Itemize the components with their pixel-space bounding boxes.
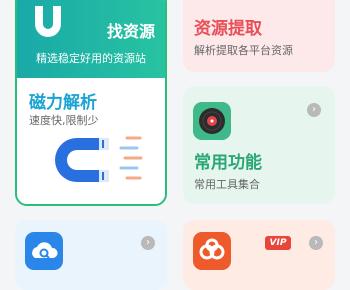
common-tools-subtitle: 常用工具集合 xyxy=(194,178,260,191)
resource-extract-card[interactable]: 资源提取 解析提取各平台资源 xyxy=(183,0,335,72)
magnet-logo-icon xyxy=(35,6,61,37)
cloud-search-icon xyxy=(25,232,63,270)
common-tools-title: 常用功能 xyxy=(194,153,262,173)
find-resources-subtitle: 精选稳定好用的资源站 xyxy=(36,52,146,65)
find-resources-card[interactable]: 找资源 精选稳定好用的资源站 磁力解析 速度快,限制少 xyxy=(15,0,167,206)
find-resources-header: 找资源 精选稳定好用的资源站 xyxy=(17,0,165,78)
arrows-icon xyxy=(119,136,143,180)
chevron-right-icon[interactable]: › xyxy=(141,236,155,250)
common-tools-card[interactable]: › 常用功能 常用工具集合 xyxy=(183,86,335,204)
magnet-parse-subtitle: 速度快,限制少 xyxy=(29,114,99,127)
magnet-parse-title: 磁力解析 xyxy=(29,93,97,113)
resource-extract-subtitle: 解析提取各平台资源 xyxy=(194,44,293,57)
baidu-cloud-icon xyxy=(193,232,231,270)
disc-icon xyxy=(193,102,231,140)
magnet-icon xyxy=(55,136,143,182)
cloud-search-card[interactable]: › xyxy=(15,220,167,290)
vip-badge: VIP xyxy=(265,236,291,250)
find-resources-title: 找资源 xyxy=(106,22,155,41)
baidu-cloud-card[interactable]: VIP › xyxy=(183,220,335,290)
resource-extract-title: 资源提取 xyxy=(194,19,262,39)
chevron-right-icon[interactable]: › xyxy=(309,236,323,250)
chevron-right-icon[interactable]: › xyxy=(307,103,321,117)
